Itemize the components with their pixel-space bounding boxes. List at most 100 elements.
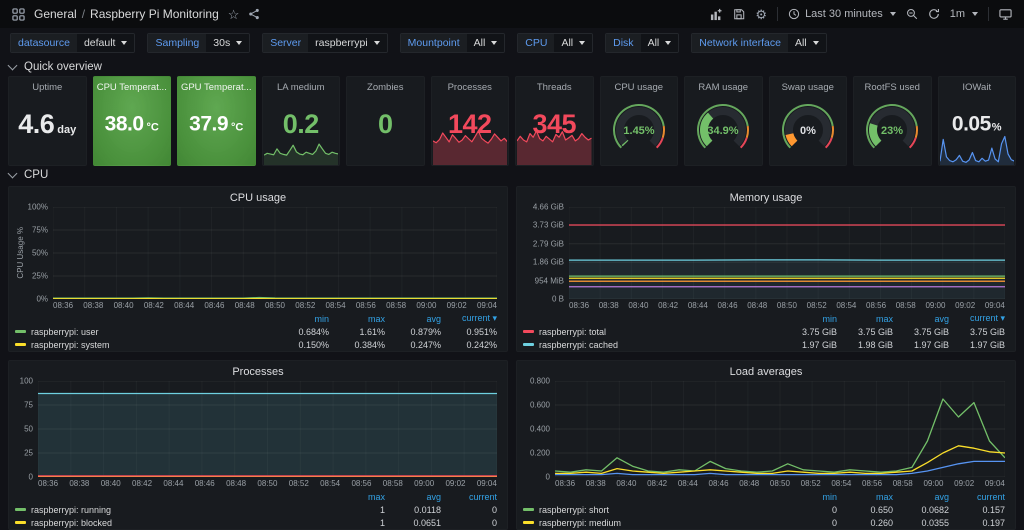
- legend-col-current[interactable]: current: [441, 492, 497, 502]
- plot-area-memory-usage[interactable]: [569, 207, 1005, 299]
- add-panel-button[interactable]: [710, 8, 723, 21]
- star-icon[interactable]: ☆: [228, 8, 240, 21]
- section-header-quick-overview[interactable]: Quick overview: [0, 58, 1024, 76]
- legend-col-current[interactable]: current: [949, 492, 1005, 502]
- legend-item: raspberrypi: system0.150%0.384%0.247%0.2…: [15, 338, 497, 351]
- x-axis: 08:3608:3808:4008:4208:4408:4608:4808:50…: [38, 477, 497, 489]
- legend-series-label[interactable]: raspberrypi: blocked: [15, 518, 329, 528]
- legend-col-max[interactable]: max: [329, 492, 385, 502]
- legend-series-label[interactable]: raspberrypi: system: [15, 340, 273, 350]
- legend-series-label[interactable]: raspberrypi: user: [15, 327, 273, 337]
- refresh-button[interactable]: [928, 8, 940, 20]
- stat-panel-title-zombies[interactable]: Zombies: [349, 82, 422, 93]
- x-axis: 08:3608:3808:4008:4208:4408:4608:4808:50…: [555, 477, 1005, 489]
- chevron-down-icon: [8, 169, 18, 179]
- legend-col-current[interactable]: current ▾: [441, 313, 497, 324]
- legend-col-min[interactable]: min: [781, 314, 837, 324]
- panel-title-cpu-usage-graph[interactable]: CPU usage: [9, 187, 507, 205]
- stat-panel-title-uptime[interactable]: Uptime: [11, 82, 84, 93]
- zoom-out-button[interactable]: [906, 8, 918, 20]
- chevron-down-icon: [890, 12, 896, 16]
- x-tick: 08:46: [718, 301, 738, 310]
- dashboard-settings-gear-icon[interactable]: ⚙: [755, 8, 767, 21]
- legend-value: 1.97 GiB: [949, 340, 1005, 350]
- save-dashboard-button[interactable]: [733, 8, 745, 20]
- legend-col-min[interactable]: min: [273, 314, 329, 324]
- cycle-view-monitor-icon[interactable]: [999, 8, 1012, 21]
- stat-panel-title-cpu-usage[interactable]: CPU usage: [603, 82, 676, 93]
- stat-panel-processes: Processes142: [431, 76, 510, 166]
- variable-value-dropdown[interactable]: All: [467, 34, 505, 52]
- x-tick: 08:52: [295, 301, 315, 310]
- section-header-cpu[interactable]: CPU: [0, 166, 1024, 184]
- refresh-interval-picker[interactable]: 1m: [950, 8, 978, 20]
- legend-series-label[interactable]: raspberrypi: running: [15, 505, 329, 515]
- x-tick: 08:36: [38, 479, 58, 488]
- variable-server[interactable]: Serverraspberrypi: [262, 33, 387, 53]
- x-tick: 08:54: [836, 301, 856, 310]
- x-tick: 08:50: [257, 479, 277, 488]
- legend-col-current[interactable]: current ▾: [949, 313, 1005, 324]
- y-tick: 954 MiB: [535, 276, 564, 285]
- legend-col-max[interactable]: max: [837, 314, 893, 324]
- panel-title-processes-graph[interactable]: Processes: [9, 361, 507, 379]
- legend-col-min[interactable]: min: [781, 492, 837, 502]
- breadcrumb-title[interactable]: Raspberry Pi Monitoring: [90, 7, 219, 21]
- legend-item: raspberrypi: running10.01180: [15, 503, 497, 516]
- variable-disk[interactable]: DiskAll: [605, 33, 679, 53]
- legend-value: 0.951%: [441, 327, 497, 337]
- variable-mountpoint[interactable]: MountpointAll: [400, 33, 506, 53]
- legend-col-avg[interactable]: avg: [893, 314, 949, 324]
- plot-area-cpu-usage-graph[interactable]: [53, 207, 497, 299]
- stat-panel-title-swap-usage[interactable]: Swap usage: [772, 82, 845, 93]
- legend-col-avg[interactable]: avg: [385, 492, 441, 502]
- panel-title-memory-usage[interactable]: Memory usage: [517, 187, 1015, 205]
- share-icon[interactable]: [248, 8, 260, 20]
- legend-series-label[interactable]: raspberrypi: short: [523, 505, 781, 515]
- stat-panel-title-threads[interactable]: Threads: [518, 82, 591, 93]
- stat-panel-title-cpu-temp[interactable]: CPU Temperat...: [96, 82, 169, 93]
- variable-value-dropdown[interactable]: raspberrypi: [308, 34, 387, 52]
- variable-value-dropdown[interactable]: All: [641, 34, 679, 52]
- time-range-picker[interactable]: Last 30 minutes: [788, 8, 896, 20]
- variable-value-dropdown[interactable]: default: [77, 34, 135, 52]
- x-tick: 08:36: [555, 479, 575, 488]
- legend-item: raspberrypi: total3.75 GiB3.75 GiB3.75 G…: [523, 325, 1005, 338]
- stat-panel-title-gpu-temp[interactable]: GPU Temperat...: [180, 82, 253, 93]
- stat-panel-title-la-medium[interactable]: LA medium: [265, 82, 338, 93]
- panel-title-load-averages[interactable]: Load averages: [517, 361, 1015, 379]
- variable-datasource[interactable]: datasourcedefault: [10, 33, 135, 53]
- variable-cpu[interactable]: CPUAll: [517, 33, 593, 53]
- clock-icon: [788, 8, 800, 20]
- breadcrumb-folder[interactable]: General: [34, 7, 77, 21]
- variable-sampling[interactable]: Sampling30s: [147, 33, 250, 53]
- x-tick: 08:38: [586, 479, 606, 488]
- stat-panel-title-ram-usage[interactable]: RAM usage: [687, 82, 760, 93]
- x-tick: 08:52: [801, 479, 821, 488]
- stat-value-gpu-temp: 37.9°C: [178, 113, 255, 134]
- legend-col-avg[interactable]: avg: [385, 314, 441, 324]
- plot-area-processes-graph[interactable]: [38, 381, 497, 477]
- chevron-down-icon: [579, 41, 585, 45]
- legend-col-max[interactable]: max: [837, 492, 893, 502]
- variable-network-interface[interactable]: Network interfaceAll: [691, 33, 826, 53]
- x-tick: 08:46: [195, 479, 215, 488]
- variable-value-dropdown[interactable]: All: [554, 34, 592, 52]
- legend-series-label[interactable]: raspberrypi: medium: [523, 518, 781, 528]
- x-tick: 09:02: [954, 479, 974, 488]
- stat-panel-title-iowait[interactable]: IOWait: [941, 82, 1014, 93]
- variable-value-dropdown[interactable]: 30s: [206, 34, 249, 52]
- legend-series-label[interactable]: raspberrypi: cached: [523, 340, 781, 350]
- stat-panel-cpu-usage: CPU usage1.45%: [600, 76, 679, 166]
- stat-panel-title-processes[interactable]: Processes: [434, 82, 507, 93]
- legend-col-avg[interactable]: avg: [893, 492, 949, 502]
- legend-series-label[interactable]: raspberrypi: total: [523, 327, 781, 337]
- x-tick: 09:00: [414, 479, 434, 488]
- dashboards-grid-icon[interactable]: [12, 8, 25, 21]
- y-tick: 0: [546, 473, 550, 482]
- legend-col-max[interactable]: max: [329, 314, 385, 324]
- plot-area-load-averages[interactable]: [555, 381, 1005, 477]
- variable-value-dropdown[interactable]: All: [788, 34, 826, 52]
- stat-panel-title-rootfs-used[interactable]: RootFS used: [856, 82, 929, 93]
- x-tick: 08:40: [114, 301, 134, 310]
